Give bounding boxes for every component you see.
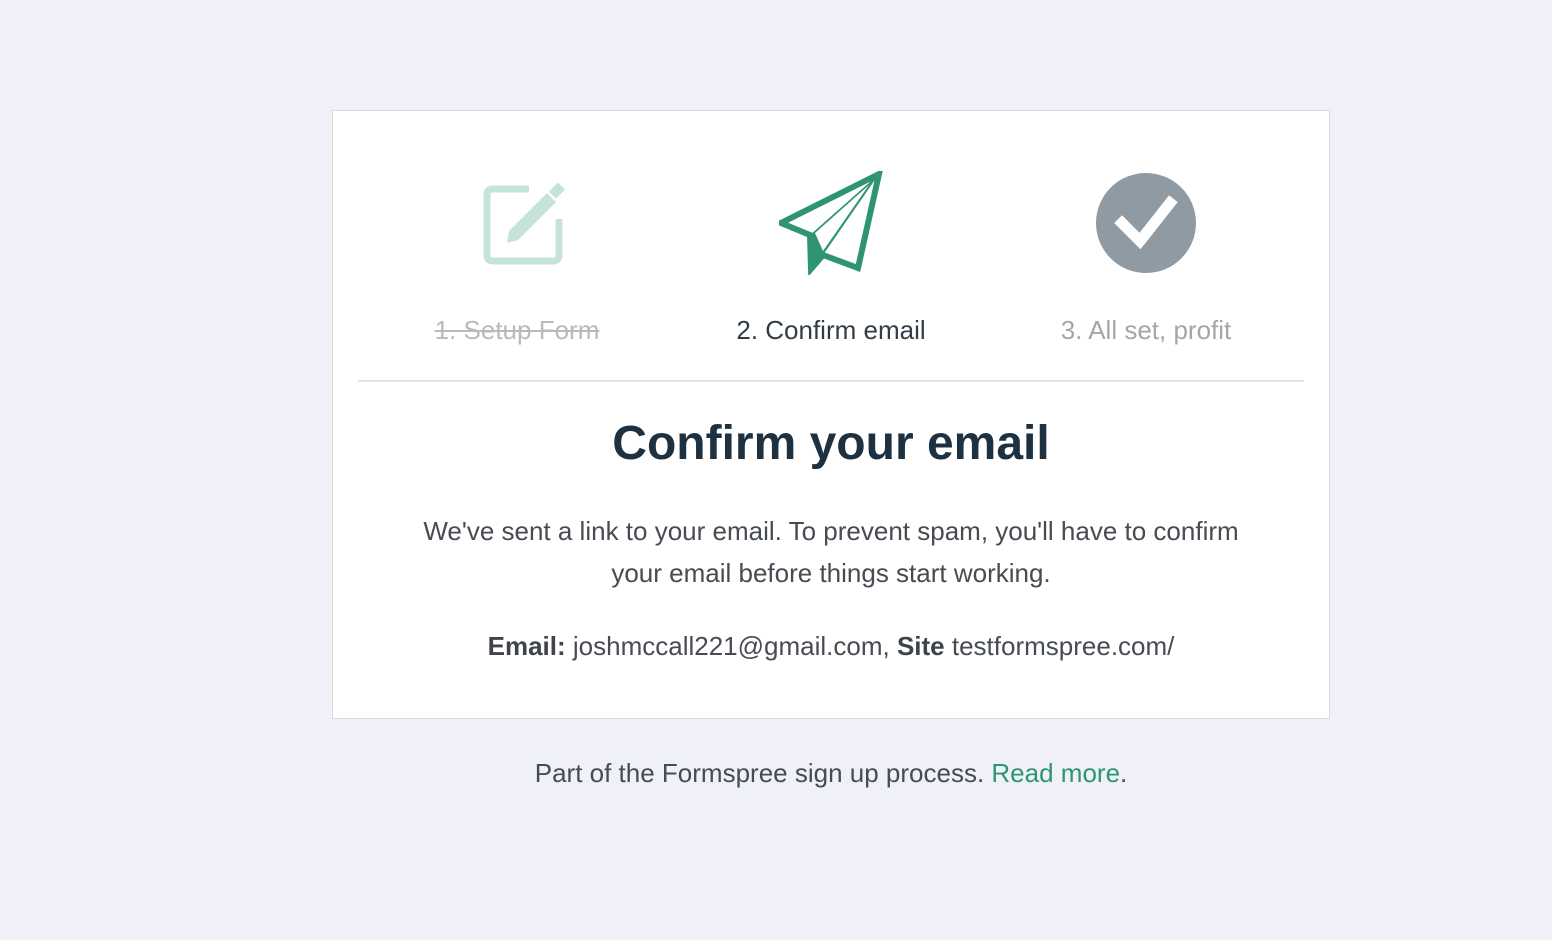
email-label: Email: <box>487 631 566 661</box>
footer-suffix: . <box>1120 758 1128 788</box>
signup-details: Email: joshmccall221@gmail.com, Site tes… <box>333 628 1329 664</box>
progress-steps: 1. Setup Form 2. Confirm email 3. All se… <box>333 111 1329 381</box>
step-label: 2. Confirm email <box>736 315 926 345</box>
footer-note: Part of the Formspree sign up process. R… <box>332 756 1330 790</box>
step-label: 1. Setup Form <box>434 315 600 345</box>
divider <box>358 380 1304 382</box>
check-circle-icon <box>1094 171 1198 275</box>
paper-plane-icon <box>773 168 884 277</box>
site-value: testformspree.com/ <box>951 631 1175 661</box>
confirm-card: 1. Setup Form 2. Confirm email 3. All se… <box>332 110 1330 719</box>
page-title: Confirm your email <box>612 417 1050 470</box>
step-label: 3. All set, profit <box>1060 315 1232 345</box>
footer-text: Part of the Formspree sign up process. <box>534 758 985 788</box>
read-more-link[interactable]: Read more <box>991 758 1120 788</box>
confirmation-message: We've sent a link to your email. To prev… <box>423 516 1239 588</box>
email-value: joshmccall221@gmail.com, <box>572 631 890 661</box>
site-label: Site <box>896 631 945 661</box>
edit-icon <box>465 171 569 275</box>
